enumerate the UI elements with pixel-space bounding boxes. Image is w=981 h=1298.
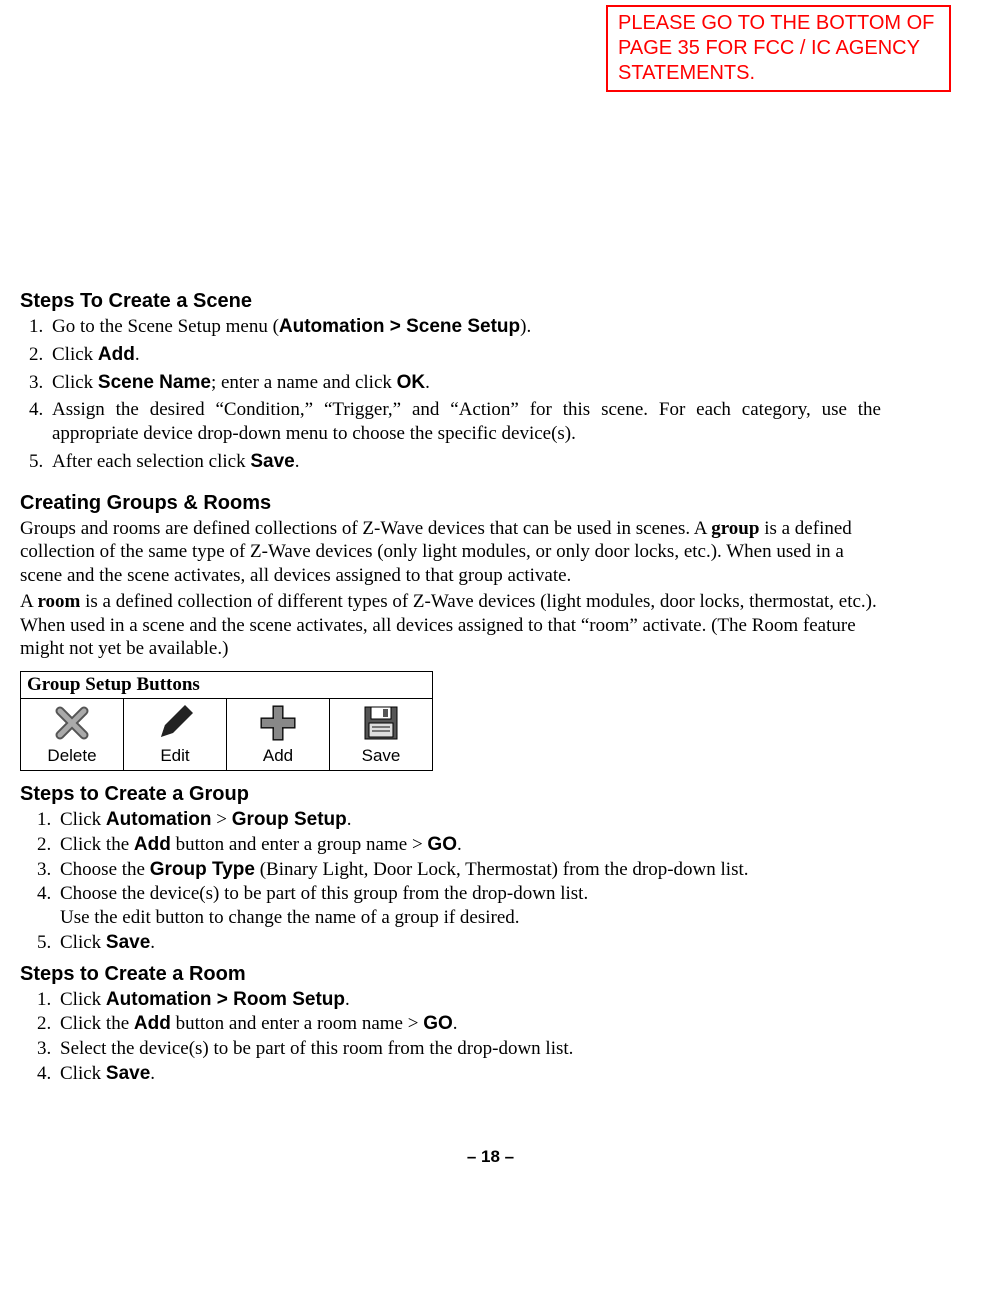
- icon-label: Save: [362, 746, 401, 766]
- list-item: After each selection click Save.: [48, 450, 881, 474]
- bold-text: Add: [98, 344, 135, 365]
- text: is a defined collection of different typ…: [20, 591, 877, 660]
- text: Use the edit button to change the name o…: [60, 906, 881, 930]
- table-header: Group Setup Buttons: [21, 672, 433, 699]
- text: Click the: [60, 834, 134, 855]
- text: Click the: [60, 1013, 134, 1034]
- text: .: [425, 372, 430, 393]
- text: .: [457, 834, 462, 855]
- list-item: Go to the Scene Setup menu (Automation >…: [48, 315, 881, 339]
- text: .: [345, 989, 350, 1010]
- text: >: [211, 809, 231, 830]
- text: Go to the Scene Setup menu (: [52, 316, 279, 337]
- group-setup-buttons-table-wrap: Group Setup Buttons Delete: [20, 671, 881, 771]
- table-cell-save: Save: [330, 699, 433, 771]
- list-item: Click Automation > Room Setup.: [56, 988, 881, 1012]
- group-setup-buttons-table: Group Setup Buttons Delete: [20, 671, 433, 771]
- list-item: Click the Add button and enter a room na…: [56, 1012, 881, 1036]
- table-cell-delete: Delete: [21, 699, 124, 771]
- icon-label: Edit: [160, 746, 189, 766]
- list-item: Click Save.: [56, 931, 881, 955]
- heading-steps-create-scene: Steps To Create a Scene: [20, 290, 881, 313]
- text: button and enter a group name >: [171, 834, 428, 855]
- list-item: Click the Add button and enter a group n…: [56, 833, 881, 857]
- add-icon: [258, 703, 298, 743]
- bold-text: room: [37, 591, 80, 612]
- group-steps-list: Click Automation > Group Setup. Click th…: [20, 808, 881, 955]
- bold-text: OK: [397, 372, 426, 393]
- icon-cell: Add: [233, 703, 323, 766]
- heading-steps-create-group: Steps to Create a Group: [20, 783, 881, 806]
- table-cell-add: Add: [227, 699, 330, 771]
- agency-notice-text: PLEASE GO TO THE BOTTOM OF PAGE 35 FOR F…: [618, 11, 939, 86]
- icon-cell: Edit: [130, 703, 220, 766]
- bold-text: Add: [134, 1013, 171, 1034]
- bold-text: Scene Name: [98, 372, 211, 393]
- bold-text: Automation > Room Setup: [106, 989, 345, 1010]
- list-item: Choose the Group Type (Binary Light, Doo…: [56, 858, 881, 882]
- text: .: [150, 1063, 155, 1084]
- icon-cell: Delete: [27, 703, 117, 766]
- icon-cell: Save: [336, 703, 426, 766]
- heading-steps-create-room: Steps to Create a Room: [20, 963, 881, 986]
- bold-text: Group Type: [150, 859, 255, 880]
- text: .: [135, 344, 140, 365]
- text: ).: [520, 316, 531, 337]
- bold-text: Group Setup: [232, 809, 347, 830]
- text: .: [150, 932, 155, 953]
- edit-icon: [155, 703, 195, 743]
- icon-label: Delete: [47, 746, 96, 766]
- room-steps-list: Click Automation > Room Setup. Click the…: [20, 988, 881, 1086]
- bold-text: Save: [106, 932, 150, 953]
- list-item: Click Save.: [56, 1062, 881, 1086]
- text: Click: [60, 989, 106, 1010]
- list-item: Select the device(s) to be part of this …: [56, 1037, 881, 1061]
- table-cell-edit: Edit: [124, 699, 227, 771]
- list-item: Click Add.: [48, 343, 881, 367]
- text: Click: [60, 809, 106, 830]
- document-page: PLEASE GO TO THE BOTTOM OF PAGE 35 FOR F…: [0, 0, 981, 1187]
- delete-icon: [52, 703, 92, 743]
- text: .: [295, 451, 300, 472]
- page-number: – 18 –: [20, 1087, 961, 1187]
- bold-text: Save: [106, 1063, 150, 1084]
- text: .: [453, 1013, 458, 1034]
- agency-notice-box: PLEASE GO TO THE BOTTOM OF PAGE 35 FOR F…: [606, 5, 951, 92]
- save-icon: [361, 703, 401, 743]
- scene-steps-list: Go to the Scene Setup menu (Automation >…: [20, 315, 881, 474]
- heading-creating-groups-rooms: Creating Groups & Rooms: [20, 492, 881, 515]
- bold-text: GO: [427, 834, 457, 855]
- paragraph: A room is a defined collection of differ…: [20, 590, 881, 661]
- text: ; enter a name and click: [211, 372, 397, 393]
- list-item: Assign the desired “Condition,” “Trigger…: [48, 398, 881, 446]
- bold-text: Add: [134, 834, 171, 855]
- text: Choose the: [60, 859, 150, 880]
- text: button and enter a room name >: [171, 1013, 423, 1034]
- bold-text: GO: [423, 1013, 453, 1034]
- text: .: [347, 809, 352, 830]
- bold-text: Save: [250, 451, 294, 472]
- text: Click: [60, 932, 106, 953]
- list-item: Click Automation > Group Setup.: [56, 808, 881, 832]
- text: Choose the device(s) to be part of this …: [60, 882, 881, 906]
- text: Click: [52, 344, 98, 365]
- text: A: [20, 591, 37, 612]
- bold-text: Automation: [106, 809, 212, 830]
- text: After each selection click: [52, 451, 250, 472]
- text: Click: [52, 372, 98, 393]
- paragraph: Groups and rooms are defined collections…: [20, 517, 881, 588]
- list-item: Choose the device(s) to be part of this …: [56, 882, 881, 930]
- bold-text: Automation > Scene Setup: [279, 316, 520, 337]
- text: (Binary Light, Door Lock, Thermostat) fr…: [255, 859, 749, 880]
- text: Groups and rooms are defined collections…: [20, 518, 711, 539]
- list-item: Click Scene Name; enter a name and click…: [48, 371, 881, 395]
- page-content: Steps To Create a Scene Go to the Scene …: [20, 0, 961, 1086]
- icon-label: Add: [263, 746, 293, 766]
- text: Click: [60, 1063, 106, 1084]
- bold-text: group: [711, 518, 759, 539]
